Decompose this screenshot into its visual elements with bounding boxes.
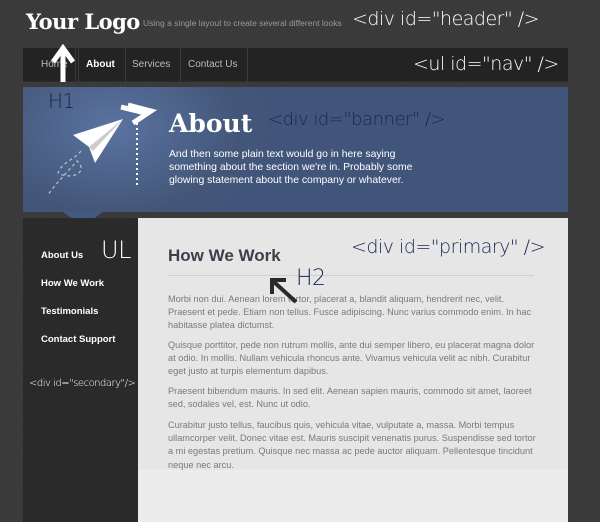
primary-content: How We Work <div id="primary" /> Morbi n… (138, 218, 568, 522)
primary-annotation: <div id="primary" /> (351, 236, 546, 258)
secondary-sidebar: About Us How We Work Testimonials Contac… (23, 218, 138, 522)
sidebar-item-contact-support[interactable]: Contact Support (41, 334, 115, 345)
paragraph: Quisque porttitor, pede non rutrum molli… (168, 340, 535, 377)
arrow-up-icon (50, 44, 76, 82)
nav-annotation: <ul id="nav" /> (413, 53, 559, 75)
sidebar-item-how-we-work[interactable]: How We Work (41, 278, 104, 289)
paragraph: Morbi non dui. Aenean lorem tortor, plac… (168, 294, 532, 331)
paper-plane-icon (47, 102, 158, 196)
sidebar-item-about-us[interactable]: About Us (41, 250, 83, 261)
banner-annotation: <div id="banner" /> (268, 109, 446, 130)
paragraph: Praesent bibendum mauris. In sed elit. A… (168, 386, 532, 410)
banner: H1 About <div id="banner" /> And then so… (23, 87, 568, 212)
ul-annotation: UL (101, 236, 131, 264)
section-heading: How We Work (168, 246, 281, 265)
banner-title: About (169, 109, 253, 138)
banner-text: And then some plain text would go in her… (169, 149, 413, 186)
divider (168, 275, 534, 276)
nav-item-services[interactable]: Services (122, 48, 182, 82)
h2-annotation: H2 (296, 266, 326, 291)
nav-item-contact[interactable]: Contact Us (178, 48, 249, 82)
paragraph: Curabitur justo tellus, faucibus quis, v… (168, 420, 536, 470)
logo[interactable]: Your Logo (26, 9, 140, 34)
sidebar-item-testimonials[interactable]: Testimonials (41, 306, 98, 317)
nav-bar: Home About Services Contact Us <ul id="n… (23, 48, 568, 82)
nav-item-about[interactable]: About (75, 48, 126, 82)
tagline: Using a single layout to create several … (143, 18, 342, 28)
secondary-annotation: <div id="secondary"/> (29, 378, 136, 389)
header-annotation: <div id="header" /> (352, 8, 540, 30)
